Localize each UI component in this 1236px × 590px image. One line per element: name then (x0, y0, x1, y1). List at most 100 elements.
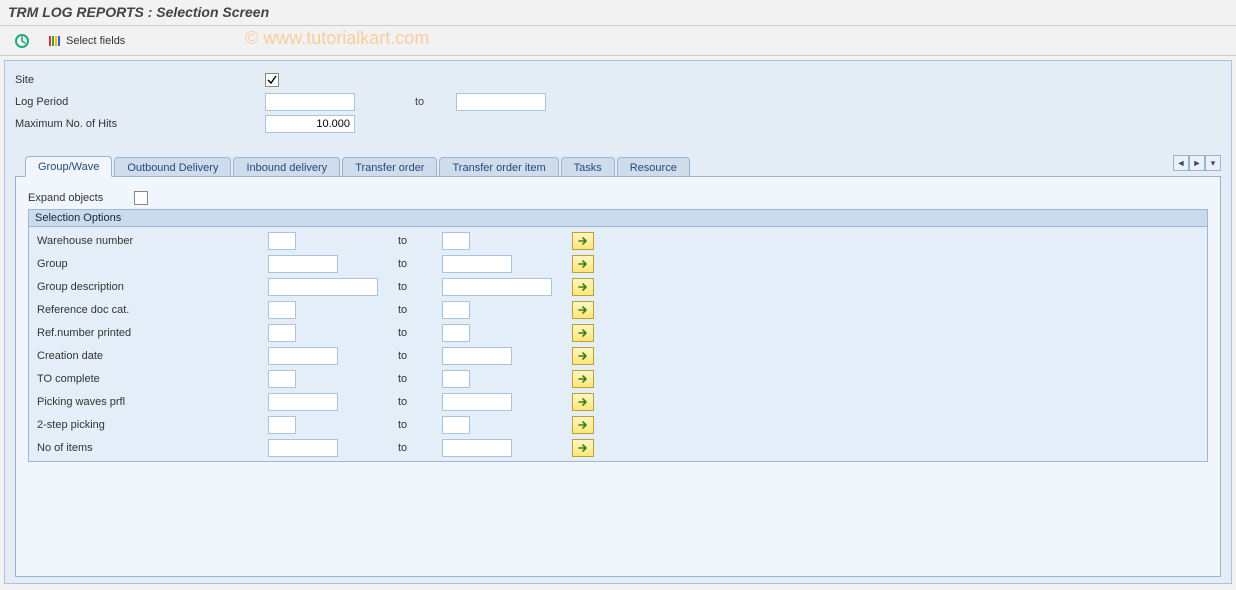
selection-row: Ref.number printed to (33, 321, 1203, 344)
from-input[interactable] (268, 324, 296, 342)
tab-scroll-list[interactable]: ▾ (1205, 155, 1221, 171)
to-label: to (398, 373, 442, 385)
from-input[interactable] (268, 370, 296, 388)
expand-objects-label: Expand objects (28, 192, 124, 204)
to-input[interactable] (442, 393, 512, 411)
multiple-selection-button[interactable] (572, 324, 594, 342)
tab-scroll-left[interactable]: ◄ (1173, 155, 1189, 171)
expand-objects-checkbox[interactable] (134, 191, 148, 205)
from-input[interactable] (268, 232, 296, 250)
multiple-selection-button[interactable] (572, 278, 594, 296)
tab-group-wave[interactable]: Group/Wave (25, 156, 112, 177)
field-label: TO complete (33, 373, 268, 385)
selection-row: Creation date to (33, 344, 1203, 367)
to-input[interactable] (442, 255, 512, 273)
selection-row: TO complete to (33, 367, 1203, 390)
from-input[interactable] (268, 255, 338, 273)
tab-scroll-right[interactable]: ► (1189, 155, 1205, 171)
to-label: to (398, 350, 442, 362)
site-label: Site (15, 74, 265, 86)
to-input[interactable] (442, 232, 470, 250)
field-label: 2-step picking (33, 419, 268, 431)
max-hits-label: Maximum No. of Hits (15, 118, 265, 130)
to-input[interactable] (442, 347, 512, 365)
from-input[interactable] (268, 278, 378, 296)
selection-row: Group descriptionto (33, 275, 1203, 298)
selection-row: 2-step picking to (33, 413, 1203, 436)
tab-transfer-order[interactable]: Transfer order (342, 157, 437, 176)
execute-button[interactable] (8, 31, 36, 51)
tab-inbound-delivery[interactable]: Inbound delivery (233, 157, 340, 176)
field-label: Creation date (33, 350, 268, 362)
tab-label: Group/Wave (38, 161, 99, 173)
log-period-label: Log Period (15, 96, 265, 108)
tab-label: Outbound Delivery (127, 162, 218, 174)
select-fields-icon (48, 34, 62, 48)
selection-row: Picking waves prfl to (33, 390, 1203, 413)
to-input[interactable] (442, 301, 470, 319)
to-input[interactable] (442, 370, 470, 388)
select-fields-button[interactable]: Select fields (42, 32, 131, 50)
to-input[interactable] (442, 416, 470, 434)
toolbar: Select fields (0, 26, 1236, 56)
from-input[interactable] (268, 416, 296, 434)
field-label: Warehouse number (33, 235, 268, 247)
log-period-to-input[interactable] (456, 93, 546, 111)
title-bar: TRM LOG REPORTS : Selection Screen (0, 0, 1236, 26)
log-period-from-input[interactable] (265, 93, 355, 111)
multiple-selection-button[interactable] (572, 301, 594, 319)
field-label: Reference doc cat. (33, 304, 268, 316)
tab-transfer-order-item[interactable]: Transfer order item (439, 157, 558, 176)
select-fields-label: Select fields (66, 35, 125, 47)
site-checkbox[interactable] (265, 73, 279, 87)
selection-rows-container: Warehouse numbertoGrouptoGroup descripti… (29, 227, 1207, 461)
tab-scroll-controls: ◄ ► ▾ (1173, 155, 1221, 171)
multiple-selection-button[interactable] (572, 370, 594, 388)
top-fields: Site Log Period to Maximum No. of Hits (15, 69, 1221, 135)
to-label: to (398, 327, 442, 339)
execute-icon (14, 33, 30, 49)
selection-options-group: Selection Options Warehouse numbertoGrou… (28, 209, 1208, 462)
main-area: Site Log Period to Maximum No. of Hits G… (4, 60, 1232, 584)
to-input[interactable] (442, 278, 552, 296)
selection-row: Reference doc cat. to (33, 298, 1203, 321)
field-label: No of items (33, 442, 268, 454)
tab-label: Inbound delivery (246, 162, 327, 174)
tab-outbound-delivery[interactable]: Outbound Delivery (114, 157, 231, 176)
from-input[interactable] (268, 439, 338, 457)
multiple-selection-button[interactable] (572, 393, 594, 411)
multiple-selection-button[interactable] (572, 416, 594, 434)
multiple-selection-button[interactable] (572, 232, 594, 250)
tab-tasks[interactable]: Tasks (561, 157, 615, 176)
tab-strip: Group/Wave Outbound Delivery Inbound del… (15, 155, 1221, 177)
max-hits-input[interactable] (265, 115, 355, 133)
field-label: Picking waves prfl (33, 396, 268, 408)
from-input[interactable] (268, 347, 338, 365)
to-input[interactable] (442, 439, 512, 457)
to-label: to (398, 304, 442, 316)
to-label: to (398, 235, 442, 247)
to-label: to (398, 442, 442, 454)
tab-body: Expand objects Selection Options Warehou… (15, 177, 1221, 577)
tab-label: Transfer order (355, 162, 424, 174)
multiple-selection-button[interactable] (572, 255, 594, 273)
tab-label: Transfer order item (452, 162, 545, 174)
selection-row: No of items to (33, 436, 1203, 459)
to-label: to (398, 396, 442, 408)
to-label: to (398, 419, 442, 431)
to-label: to (398, 281, 442, 293)
group-title: Selection Options (29, 210, 1207, 227)
page-title: TRM LOG REPORTS : Selection Screen (8, 4, 269, 20)
from-input[interactable] (268, 301, 296, 319)
to-input[interactable] (442, 324, 470, 342)
tab-label: Resource (630, 162, 677, 174)
from-input[interactable] (268, 393, 338, 411)
to-label: to (398, 258, 442, 270)
selection-row: Groupto (33, 252, 1203, 275)
tab-label: Tasks (574, 162, 602, 174)
multiple-selection-button[interactable] (572, 347, 594, 365)
tab-resource[interactable]: Resource (617, 157, 690, 176)
selection-row: Warehouse number to (33, 229, 1203, 252)
multiple-selection-button[interactable] (572, 439, 594, 457)
field-label: Ref.number printed (33, 327, 268, 339)
